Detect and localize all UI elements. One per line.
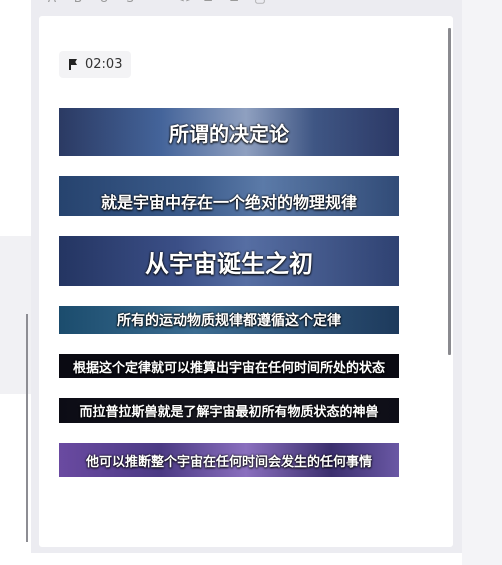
underline-icon[interactable]: U	[97, 0, 111, 5]
subtitle-text: 根据这个定律就可以推算出宇宙在任何时间所处的状态	[72, 360, 385, 376]
strikethrough-icon[interactable]: S	[123, 0, 137, 5]
subtitle-frame[interactable]: 就是宇宙中存在一个绝对的物理规律	[59, 176, 399, 216]
subtitle-text: 所有的运动物质规律都遵循这个定律	[117, 313, 341, 329]
editor-toolbar: A B U S — <> ≡ ≡ ▢	[45, 0, 375, 6]
timestamp-badge[interactable]: 02:03	[59, 51, 131, 78]
subtitle-frame[interactable]: 从宇宙诞生之初	[59, 236, 399, 286]
ordered-list-icon[interactable]: ≡	[201, 0, 215, 5]
divider-icon[interactable]: —	[149, 0, 163, 5]
subtitle-frame[interactable]: 根据这个定律就可以推算出宇宙在任何时间所处的状态	[59, 354, 399, 378]
subtitle-text: 所谓的决定论	[169, 121, 289, 146]
subtitle-frame[interactable]: 所有的运动物质规律都遵循这个定律	[59, 306, 399, 334]
subtitle-text: 而拉普拉斯兽就是了解宇宙最初所有物质状态的神兽	[79, 405, 379, 420]
subtitle-text: 他可以推断整个宇宙在任何时间会发生的任何事情	[85, 454, 372, 470]
scrollbar[interactable]	[448, 28, 451, 355]
subtitle-text: 从宇宙诞生之初	[145, 249, 313, 278]
right-panel-edge	[462, 0, 502, 565]
subtitle-frame[interactable]: 所谓的决定论	[59, 108, 399, 156]
subtitle-frame[interactable]: 他可以推断整个宇宙在任何时间会发生的任何事情	[59, 443, 399, 477]
timestamp-text: 02:03	[85, 57, 123, 72]
image-icon[interactable]: ▢	[253, 0, 267, 5]
bullet-list-icon[interactable]: ≡	[227, 0, 241, 5]
code-icon[interactable]: <>	[175, 0, 195, 5]
flag-icon	[69, 59, 77, 70]
bold-icon[interactable]: B	[71, 0, 85, 5]
subtitle-text: 就是宇宙中存在一个绝对的物理规律	[100, 193, 357, 212]
left-divider	[26, 314, 28, 542]
text-color-icon[interactable]: A	[45, 0, 59, 5]
subtitle-frame[interactable]: 而拉普拉斯兽就是了解宇宙最初所有物质状态的神兽	[59, 398, 399, 423]
